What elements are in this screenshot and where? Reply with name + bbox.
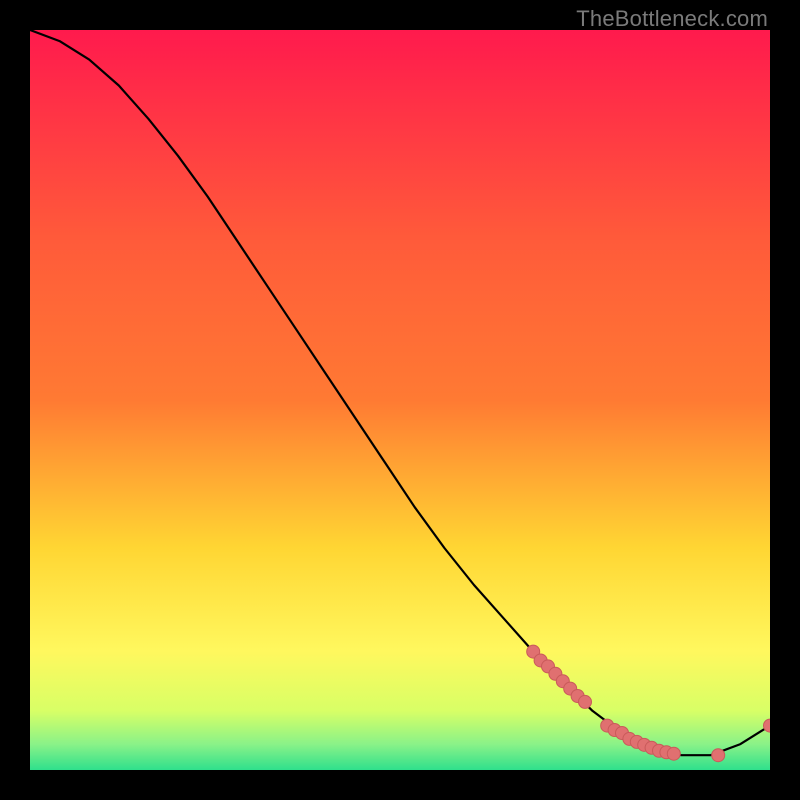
chart-svg [30, 30, 770, 770]
data-point [667, 747, 680, 760]
data-point [712, 749, 725, 762]
chart-frame: TheBottleneck.com [0, 0, 800, 800]
watermark-text: TheBottleneck.com [576, 6, 768, 32]
plot-area [30, 30, 770, 770]
data-point [579, 695, 592, 708]
